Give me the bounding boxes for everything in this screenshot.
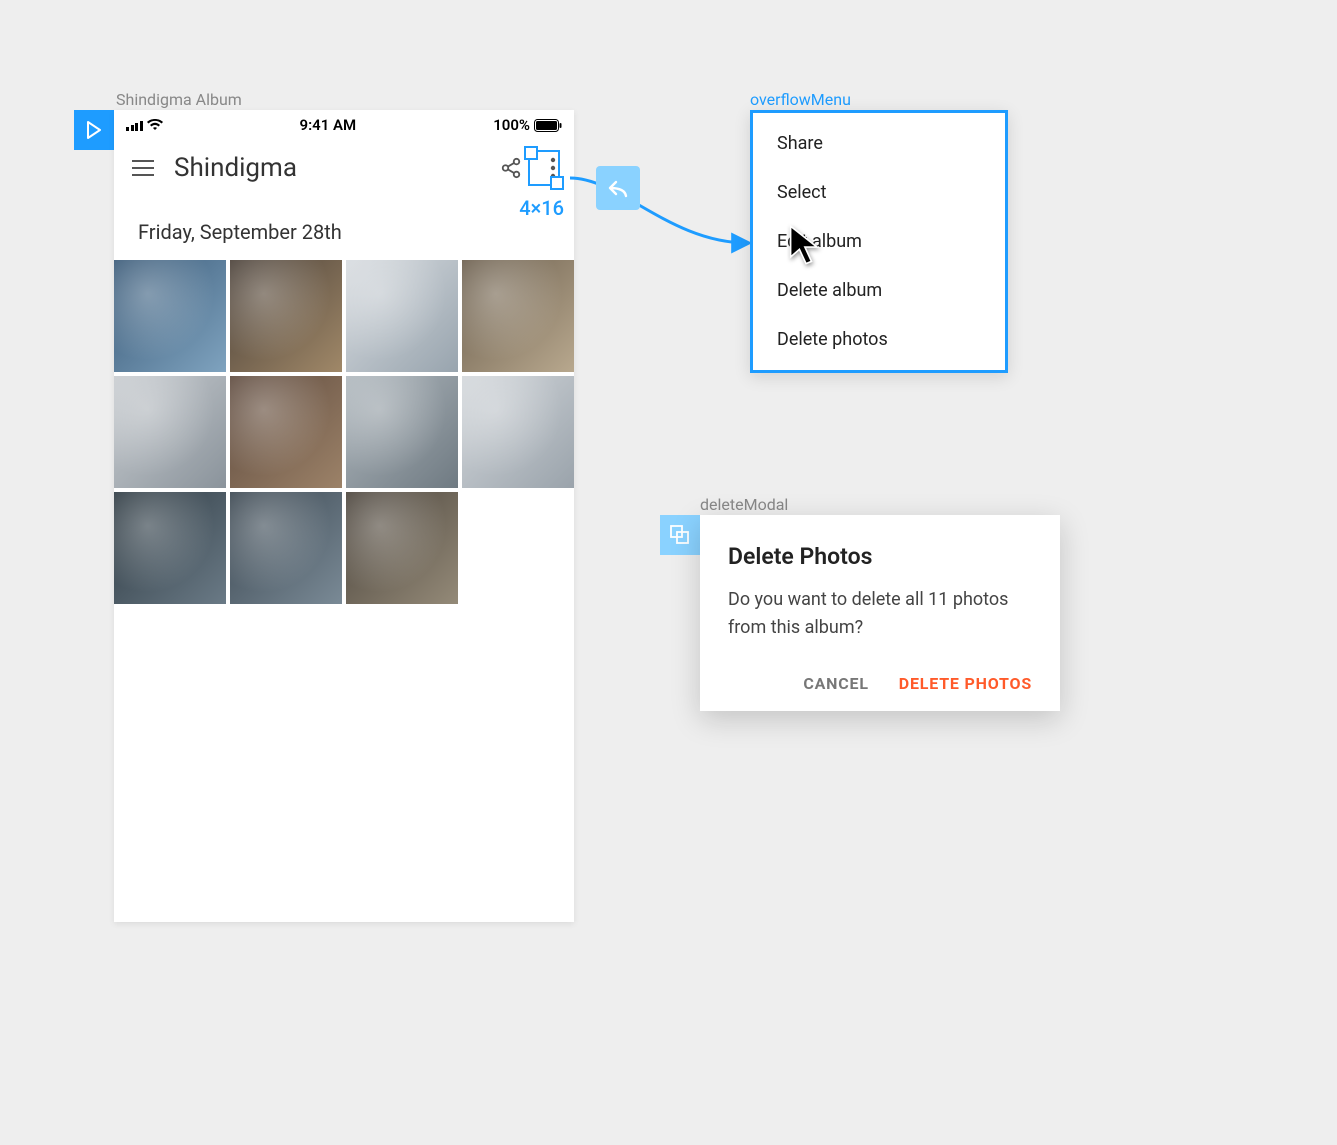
component-instance-badge[interactable] bbox=[660, 515, 700, 555]
battery-icon bbox=[534, 119, 562, 132]
modal-body: Do you want to delete all 11 photos from… bbox=[728, 586, 1032, 642]
selection-dimensions: 4×16 bbox=[519, 196, 564, 220]
component-icon bbox=[670, 525, 690, 545]
wifi-icon bbox=[147, 119, 163, 131]
overflow-icon[interactable] bbox=[550, 157, 556, 179]
phone-frame: 9:41 AM 100% Shindigma 4×16 Friday, Sept… bbox=[114, 110, 574, 922]
photo-thumbnail[interactable] bbox=[230, 260, 342, 372]
overflow-menu: Share Select Edit album Delete album Del… bbox=[750, 110, 1008, 373]
delete-photos-button[interactable]: Delete Photos bbox=[899, 674, 1032, 693]
menu-item-edit-album[interactable]: Edit album bbox=[753, 217, 1005, 266]
photo-thumbnail[interactable] bbox=[230, 492, 342, 604]
signal-icon bbox=[126, 119, 143, 131]
status-bar: 9:41 AM 100% bbox=[114, 110, 574, 140]
photo-thumbnail[interactable] bbox=[346, 260, 458, 372]
share-icon[interactable] bbox=[500, 157, 522, 179]
photo-thumbnail[interactable] bbox=[114, 376, 226, 488]
status-battery-text: 100% bbox=[493, 116, 530, 134]
status-time: 9:41 AM bbox=[300, 116, 357, 134]
photo-thumbnail[interactable] bbox=[462, 260, 574, 372]
menu-item-share[interactable]: Share bbox=[753, 119, 1005, 168]
photo-thumbnail[interactable] bbox=[114, 260, 226, 372]
frame-label-modal: deleteModal bbox=[700, 495, 788, 514]
photo-thumbnail[interactable] bbox=[462, 376, 574, 488]
modal-title: Delete Photos bbox=[728, 543, 1032, 570]
frame-label-overflow[interactable]: overflowMenu bbox=[750, 90, 851, 109]
photo-grid bbox=[114, 260, 574, 604]
app-title: Shindigma bbox=[174, 153, 297, 183]
menu-item-select[interactable]: Select bbox=[753, 168, 1005, 217]
photo-thumbnail[interactable] bbox=[346, 492, 458, 604]
cancel-button[interactable]: Cancel bbox=[803, 674, 868, 693]
photo-thumbnail[interactable] bbox=[114, 492, 226, 604]
delete-modal: Delete Photos Do you want to delete all … bbox=[700, 515, 1060, 711]
modal-actions: Cancel Delete Photos bbox=[728, 674, 1032, 693]
reply-arrow-icon bbox=[607, 178, 629, 198]
menu-button[interactable] bbox=[132, 160, 154, 176]
play-icon bbox=[86, 121, 102, 139]
prototype-play-button[interactable] bbox=[74, 110, 114, 150]
prototype-connector bbox=[560, 168, 760, 268]
photo-thumbnail[interactable] bbox=[230, 376, 342, 488]
prototype-back-action[interactable] bbox=[596, 166, 640, 210]
menu-item-delete-album[interactable]: Delete album bbox=[753, 266, 1005, 315]
photo-thumbnail[interactable] bbox=[346, 376, 458, 488]
menu-item-delete-photos[interactable]: Delete photos bbox=[753, 315, 1005, 364]
app-bar: Shindigma 4×16 bbox=[114, 140, 574, 196]
frame-label-phone: Shindigma Album bbox=[116, 90, 242, 109]
date-header: Friday, September 28th bbox=[114, 196, 574, 260]
